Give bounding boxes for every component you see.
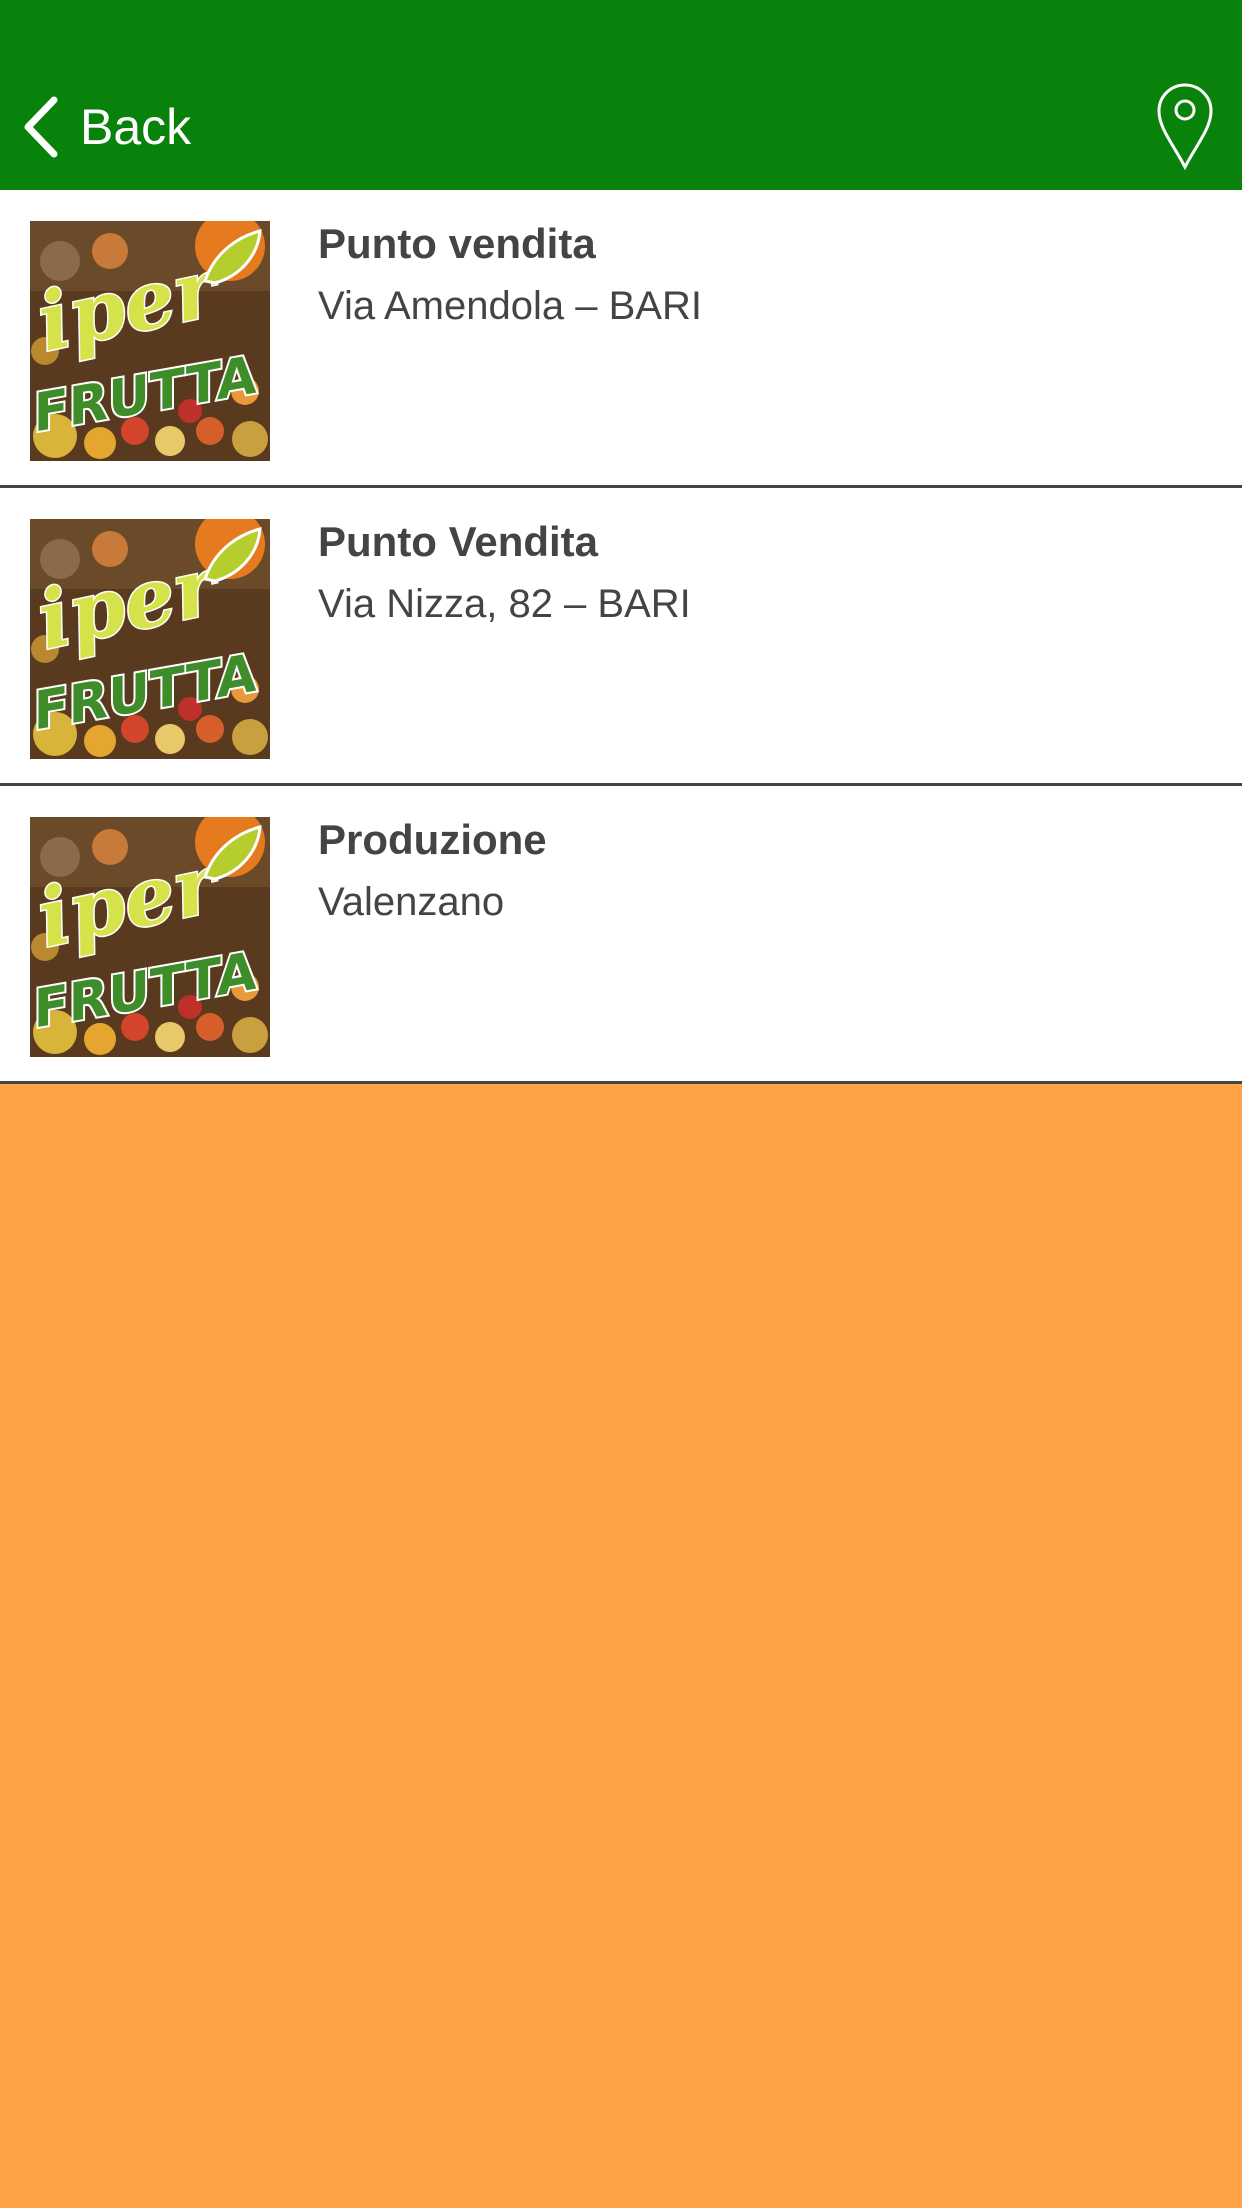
- location-title: Punto Vendita: [318, 518, 599, 565]
- location-address: Via Nizza, 82 – BARI: [318, 582, 691, 626]
- iperfrutta-logo: iper FRUTTA: [30, 221, 270, 461]
- chevron-left-icon: [24, 96, 58, 158]
- iperfrutta-logo: iper FRUTTA: [30, 817, 270, 1057]
- location-address: Via Amendola – BARI: [318, 284, 702, 328]
- list-item[interactable]: iper FRUTTA Punto Vendita Via Nizza, 82 …: [0, 488, 1242, 786]
- location-list: iper FRUTTA Punto vendita Via Amendola –…: [0, 190, 1242, 1084]
- location-address: Valenzano: [318, 880, 505, 924]
- iperfrutta-logo: iper FRUTTA: [30, 519, 270, 759]
- list-item[interactable]: iper FRUTTA Produzione Valenzano: [0, 786, 1242, 1084]
- back-button[interactable]: Back: [22, 92, 191, 162]
- list-item[interactable]: iper FRUTTA Punto vendita Via Amendola –…: [0, 190, 1242, 488]
- nav-bar: Back: [0, 0, 1242, 190]
- location-title: Punto vendita: [318, 220, 596, 267]
- store-thumbnail: iper FRUTTA: [30, 221, 270, 461]
- store-thumbnail: iper FRUTTA: [30, 519, 270, 759]
- map-button[interactable]: [1155, 82, 1215, 171]
- location-title: Produzione: [318, 816, 547, 863]
- map-pin-icon: [1157, 83, 1213, 171]
- store-thumbnail: iper FRUTTA: [30, 817, 270, 1057]
- back-label: Back: [80, 99, 192, 155]
